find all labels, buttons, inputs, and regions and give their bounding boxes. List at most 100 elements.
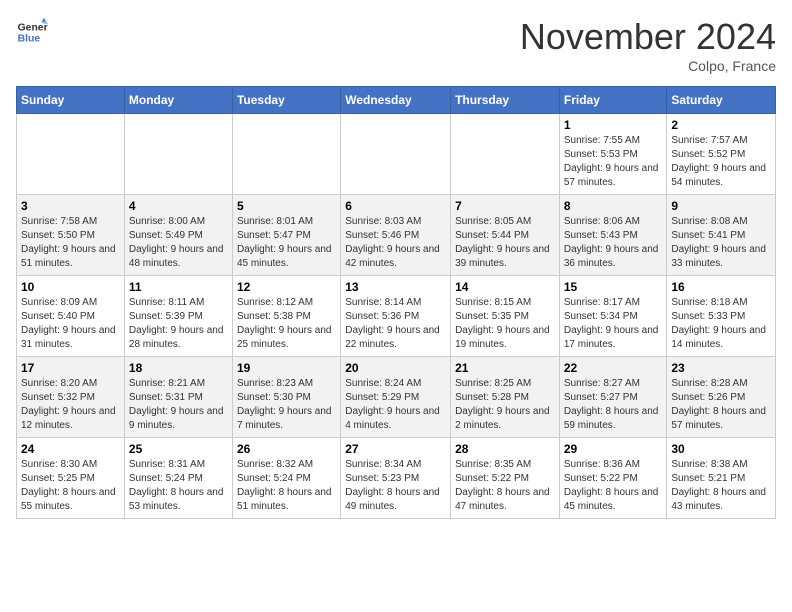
calendar-cell: 26 Sunrise: 8:32 AM Sunset: 5:24 PM Dayli… [232,438,340,519]
day-number: 19 [237,361,336,375]
day-number: 4 [129,199,228,213]
day-number: 28 [455,442,555,456]
day-info: Sunrise: 8:31 AM Sunset: 5:24 PM Dayligh… [129,458,228,514]
day-number: 30 [671,442,771,456]
day-info: Sunrise: 8:35 AM Sunset: 5:22 PM Dayligh… [455,458,555,514]
day-number: 18 [129,361,228,375]
day-info: Sunrise: 8:24 AM Sunset: 5:29 PM Dayligh… [345,377,446,433]
day-number: 3 [21,199,120,213]
day-number: 24 [21,442,120,456]
calendar-cell: 29Sunrise: 8:36 AM Sunset: 5:22 PM Dayli… [559,438,667,519]
day-number: 5 [237,199,336,213]
calendar-cell: 16 Sunrise: 8:18 AM Sunset: 5:33 PM Dayli… [667,276,776,357]
calendar-cell: 7 Sunrise: 8:05 AM Sunset: 5:44 PM Daylig… [451,195,560,276]
day-number: 27 [345,442,446,456]
calendar-cell: 6 Sunrise: 8:03 AM Sunset: 5:46 PM Daylig… [341,195,451,276]
day-number: 29 [564,442,663,456]
day-number: 11 [129,280,228,294]
day-number: 16 [671,280,771,294]
day-info: Sunrise: 8:01 AM Sunset: 5:47 PM Dayligh… [237,215,336,271]
day-info: Sunrise: 8:08 AM Sunset: 5:41 PM Dayligh… [671,215,771,271]
weekday-header: Saturday [667,87,776,114]
day-number: 25 [129,442,228,456]
day-info: Sunrise: 8:05 AM Sunset: 5:44 PM Dayligh… [455,215,555,271]
weekday-header: Wednesday [341,87,451,114]
logo: General Blue [16,16,48,48]
day-number: 20 [345,361,446,375]
day-number: 10 [21,280,120,294]
day-info: Sunrise: 8:27 AM Sunset: 5:27 PM Dayligh… [564,377,663,433]
day-number: 14 [455,280,555,294]
weekday-header: Thursday [451,87,560,114]
day-number: 15 [564,280,663,294]
weekday-header: Friday [559,87,667,114]
day-info: Sunrise: 7:57 AM Sunset: 5:52 PM Dayligh… [671,134,771,190]
day-info: Sunrise: 8:14 AM Sunset: 5:36 PM Dayligh… [345,296,446,352]
calendar-cell: 17Sunrise: 8:20 AM Sunset: 5:32 PM Dayli… [17,357,125,438]
calendar-cell: 19 Sunrise: 8:23 AM Sunset: 5:30 PM Dayli… [232,357,340,438]
day-info: Sunrise: 8:32 AM Sunset: 5:24 PM Dayligh… [237,458,336,514]
day-number: 2 [671,118,771,132]
svg-text:General: General [18,22,48,33]
day-number: 23 [671,361,771,375]
day-info: Sunrise: 7:55 AM Sunset: 5:53 PM Dayligh… [564,134,663,190]
calendar-cell: 10 Sunrise: 8:09 AM Sunset: 5:40 PM Dayli… [17,276,125,357]
weekday-header: Tuesday [232,87,340,114]
day-number: 7 [455,199,555,213]
calendar-cell [17,114,125,195]
calendar-cell [232,114,340,195]
weekday-header-row: SundayMondayTuesdayWednesdayThursdayFrid… [17,87,776,114]
day-info: Sunrise: 8:23 AM Sunset: 5:30 PM Dayligh… [237,377,336,433]
calendar-week-row: 1 Sunrise: 7:55 AM Sunset: 5:53 PM Daylig… [17,114,776,195]
calendar-cell: 13 Sunrise: 8:14 AM Sunset: 5:36 PM Dayli… [341,276,451,357]
day-info: Sunrise: 8:11 AM Sunset: 5:39 PM Dayligh… [129,296,228,352]
calendar-cell: 5 Sunrise: 8:01 AM Sunset: 5:47 PM Daylig… [232,195,340,276]
calendar-week-row: 3 Sunrise: 7:58 AM Sunset: 5:50 PM Daylig… [17,195,776,276]
calendar-week-row: 24Sunrise: 8:30 AM Sunset: 5:25 PM Dayli… [17,438,776,519]
day-info: Sunrise: 8:20 AM Sunset: 5:32 PM Dayligh… [21,377,120,433]
calendar-week-row: 17Sunrise: 8:20 AM Sunset: 5:32 PM Dayli… [17,357,776,438]
day-number: 21 [455,361,555,375]
calendar-cell: 8Sunrise: 8:06 AM Sunset: 5:43 PM Daylig… [559,195,667,276]
day-info: Sunrise: 8:17 AM Sunset: 5:34 PM Dayligh… [564,296,663,352]
day-info: Sunrise: 7:58 AM Sunset: 5:50 PM Dayligh… [21,215,120,271]
weekday-header: Sunday [17,87,125,114]
calendar-week-row: 10 Sunrise: 8:09 AM Sunset: 5:40 PM Dayli… [17,276,776,357]
day-number: 9 [671,199,771,213]
calendar-cell: 15 Sunrise: 8:17 AM Sunset: 5:34 PM Dayli… [559,276,667,357]
calendar-cell: 20 Sunrise: 8:24 AM Sunset: 5:29 PM Dayli… [341,357,451,438]
day-number: 1 [564,118,663,132]
day-number: 22 [564,361,663,375]
day-info: Sunrise: 8:09 AM Sunset: 5:40 PM Dayligh… [21,296,120,352]
day-number: 13 [345,280,446,294]
day-number: 12 [237,280,336,294]
day-info: Sunrise: 8:38 AM Sunset: 5:21 PM Dayligh… [671,458,771,514]
calendar-cell: 4 Sunrise: 8:00 AM Sunset: 5:49 PM Daylig… [124,195,232,276]
day-info: Sunrise: 8:03 AM Sunset: 5:46 PM Dayligh… [345,215,446,271]
calendar-cell: 18Sunrise: 8:21 AM Sunset: 5:31 PM Dayli… [124,357,232,438]
calendar-cell: 23Sunrise: 8:28 AM Sunset: 5:26 PM Dayli… [667,357,776,438]
calendar-cell: 27 Sunrise: 8:34 AM Sunset: 5:23 PM Dayli… [341,438,451,519]
weekday-header: Monday [124,87,232,114]
calendar-cell: 11 Sunrise: 8:11 AM Sunset: 5:39 PM Dayli… [124,276,232,357]
calendar-cell: 24Sunrise: 8:30 AM Sunset: 5:25 PM Dayli… [17,438,125,519]
calendar-cell [341,114,451,195]
calendar-cell: 21 Sunrise: 8:25 AM Sunset: 5:28 PM Dayli… [451,357,560,438]
calendar-cell: 9 Sunrise: 8:08 AM Sunset: 5:41 PM Daylig… [667,195,776,276]
calendar-cell [451,114,560,195]
day-number: 26 [237,442,336,456]
calendar-cell: 25 Sunrise: 8:31 AM Sunset: 5:24 PM Dayli… [124,438,232,519]
day-info: Sunrise: 8:34 AM Sunset: 5:23 PM Dayligh… [345,458,446,514]
location: Colpo, France [520,58,776,74]
day-info: Sunrise: 8:18 AM Sunset: 5:33 PM Dayligh… [671,296,771,352]
svg-text:Blue: Blue [18,34,41,45]
day-info: Sunrise: 8:00 AM Sunset: 5:49 PM Dayligh… [129,215,228,271]
title-area: November 2024 Colpo, France [520,16,776,74]
page-header: General Blue November 2024 Colpo, France [16,16,776,74]
calendar-cell: 14Sunrise: 8:15 AM Sunset: 5:35 PM Dayli… [451,276,560,357]
logo-icon: General Blue [16,16,48,48]
calendar-cell: 30 Sunrise: 8:38 AM Sunset: 5:21 PM Dayli… [667,438,776,519]
day-info: Sunrise: 8:25 AM Sunset: 5:28 PM Dayligh… [455,377,555,433]
day-info: Sunrise: 8:06 AM Sunset: 5:43 PM Dayligh… [564,215,663,271]
day-number: 6 [345,199,446,213]
